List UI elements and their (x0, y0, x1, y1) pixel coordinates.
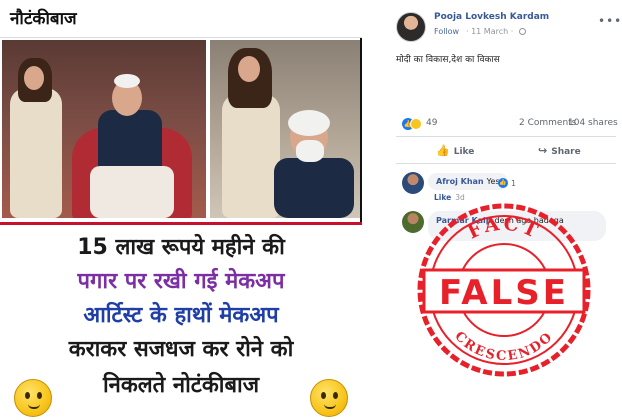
meme-line-1: 15 लाख रूपये महीने की (77, 235, 285, 260)
more-options-icon[interactable]: ••• (598, 14, 622, 28)
svg-text:CRESCENDO: CRESCENDO (451, 329, 556, 364)
author-name[interactable]: Pooja Lovkesh Kardam (434, 12, 549, 22)
post-date[interactable]: · 11 March · (466, 27, 513, 36)
meme-title: नौटंकीबाज (10, 9, 77, 29)
post-text: मोदी का विकास,देश का विकास (396, 55, 500, 65)
shares-count[interactable]: 104 shares (568, 118, 618, 128)
meme-line-2: पगार पर रखी गई मेकअप (77, 269, 285, 294)
comment-like-count: 1 (511, 179, 517, 188)
reactions-count[interactable]: 49 (426, 118, 437, 128)
follow-link[interactable]: Follow (434, 27, 459, 36)
meme-line-5: निकलते नोटंकीबाज (102, 373, 260, 398)
makeup-photo-left (2, 40, 206, 218)
stamp-bottom-text: CRESCENDO (451, 329, 554, 364)
share-arrow-icon: ↪ (538, 144, 548, 157)
stamp-graphic: FACT CRESCENDO FALSE (417, 203, 591, 377)
commenter-avatar[interactable] (402, 172, 424, 194)
meme-line-4: कराकर सजधज कर रोने को (68, 337, 294, 362)
reaction-icons[interactable]: 👍 (402, 118, 426, 130)
share-button[interactable]: ↪ Share (538, 144, 581, 157)
divider (396, 136, 616, 137)
comment-bubble: Afroj Khan Yes (428, 173, 508, 190)
globe-icon (519, 28, 526, 35)
fact-false-stamp: FACT CRESCENDO FALSE (414, 200, 594, 380)
meme-image: नौटंकीबाज 15 लाख रूपये महीने की पगार पर … (0, 0, 362, 420)
author-avatar[interactable] (396, 12, 426, 42)
like-button[interactable]: 👍 Like (436, 144, 474, 157)
stamp-main-text: FALSE (439, 273, 569, 313)
meme-caption: 15 लाख रूपये महीने की पगार पर रखी गई मेक… (0, 222, 362, 420)
divider (396, 163, 616, 164)
stamp-top-text: FACT (464, 212, 541, 243)
thinking-emoji-icon (310, 379, 348, 417)
comment-like-icon: 👍 (498, 178, 508, 188)
meme-line-3: आर्टिस्ट के हाथों मेकअप (83, 303, 279, 328)
like-button-label: Like (453, 147, 475, 157)
svg-text:FACT: FACT (464, 212, 544, 243)
thumbs-up-icon: 👍 (436, 144, 450, 157)
thinking-emoji-icon (14, 379, 52, 417)
makeup-photo-right (210, 40, 360, 218)
meme-header: नौटंकीबाज (0, 0, 362, 38)
share-button-label: Share (551, 147, 581, 157)
haha-reaction-icon (410, 118, 422, 130)
commenter-name[interactable]: Afroj Khan (436, 177, 484, 186)
